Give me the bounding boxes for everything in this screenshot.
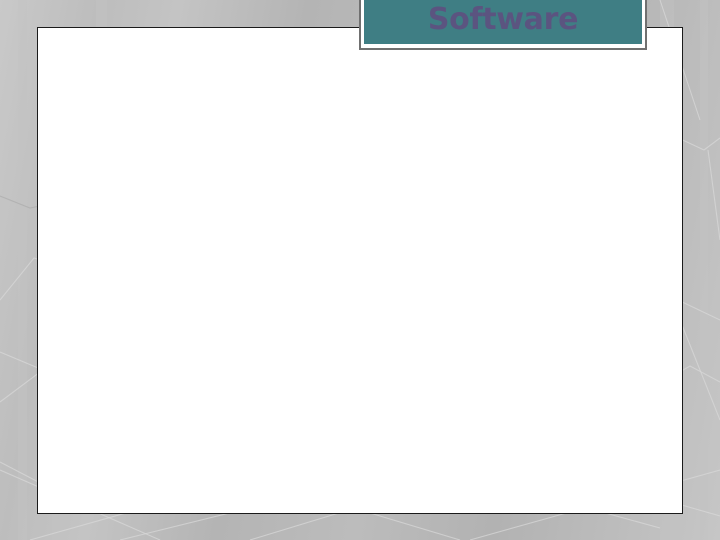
slide-content-panel (37, 27, 683, 514)
slide-title-banner: Software (359, 0, 647, 50)
presentation-slide: Software 5. Compiler ❧Komputerhanyamemah… (0, 0, 720, 540)
title-banner-fill: Software (364, 0, 642, 44)
slide-title: Software (427, 1, 579, 37)
